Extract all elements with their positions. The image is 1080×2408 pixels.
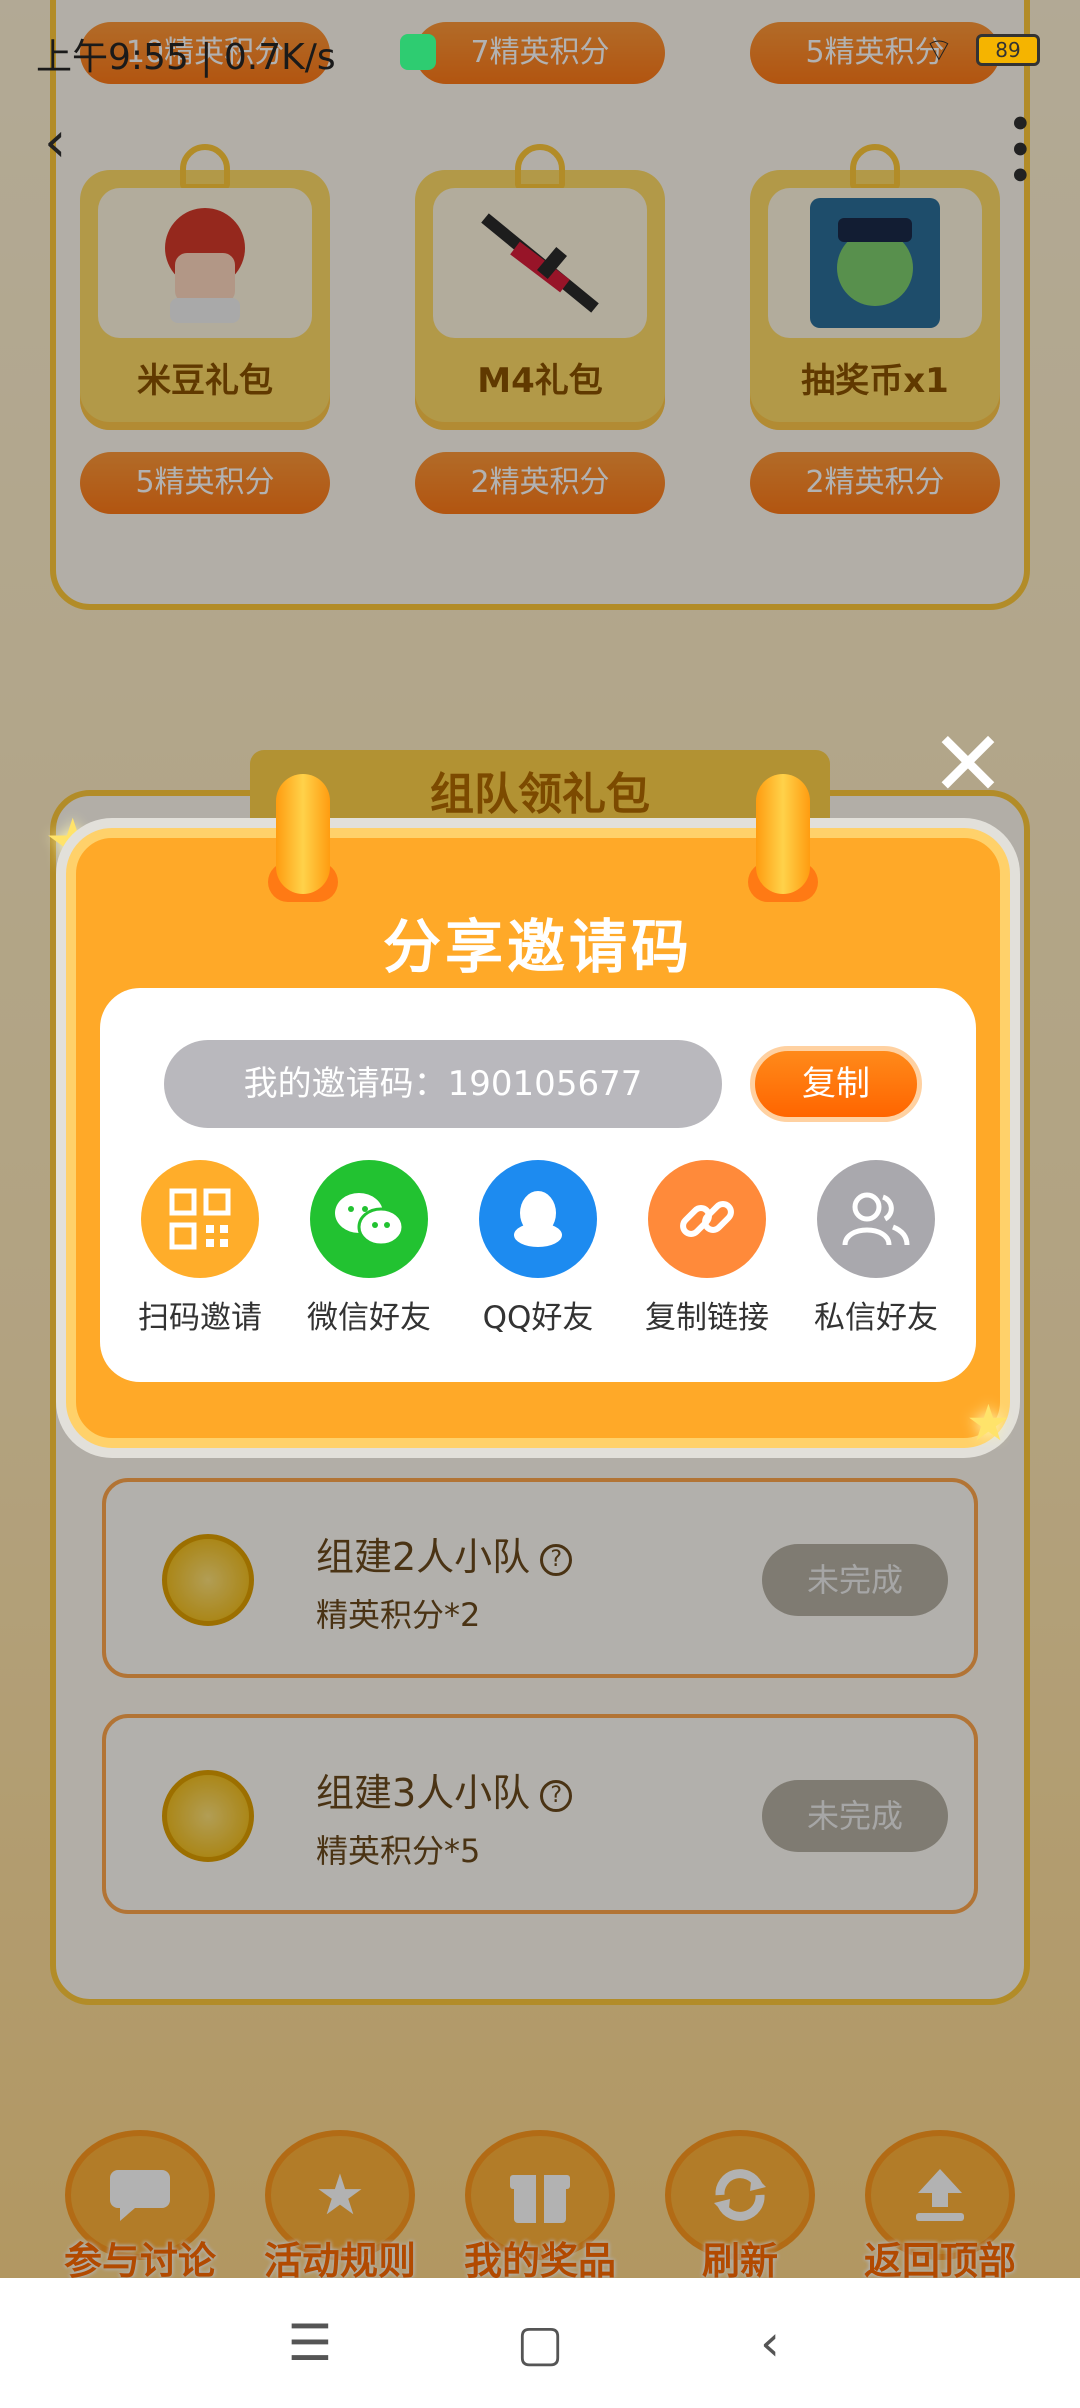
- home-icon[interactable]: ▢: [510, 2314, 570, 2372]
- binder-ring-icon: [756, 774, 810, 894]
- share-label: 扫码邀请: [138, 1300, 262, 1336]
- battery-icon: 89: [976, 34, 1040, 66]
- close-dialog-button[interactable]: ✕: [930, 720, 1006, 810]
- dialog-title: 分享邀请码: [382, 913, 693, 981]
- more-menu-button[interactable]: •••: [993, 110, 1044, 188]
- share-scan-qr[interactable]: 扫码邀请: [120, 1160, 280, 1337]
- back-button[interactable]: ‹: [44, 110, 66, 175]
- share-invite-dialog: 分享邀请码 我的邀请码：190105677 复制 扫码邀请 微信好友 QQ好友 …: [66, 774, 1010, 1448]
- share-label: 复制链接: [645, 1300, 769, 1336]
- status-time: 上午9:55 | 0.7K/s: [36, 37, 336, 78]
- share-private-message[interactable]: 私信好友: [796, 1160, 956, 1337]
- share-wechat[interactable]: 微信好友: [289, 1160, 449, 1337]
- back-nav-icon[interactable]: ‹: [740, 2314, 800, 2372]
- dialog-content: 我的邀请码：190105677 复制 扫码邀请 微信好友 QQ好友 复制链接 私…: [100, 988, 976, 1382]
- binder-ring-icon: [276, 774, 330, 894]
- qr-code-icon: [141, 1160, 259, 1278]
- system-navigation-bar: ☰ ▢ ‹: [0, 2278, 1080, 2408]
- recent-apps-icon[interactable]: ☰: [280, 2314, 340, 2372]
- app-notification-icon: [400, 34, 436, 70]
- copy-code-button[interactable]: 复制: [750, 1046, 922, 1122]
- share-qq[interactable]: QQ好友: [458, 1160, 618, 1337]
- share-label: 私信好友: [814, 1300, 938, 1336]
- share-options: 扫码邀请 微信好友 QQ好友 复制链接 私信好友: [120, 1160, 956, 1337]
- share-label: QQ好友: [482, 1300, 594, 1336]
- wechat-icon: [310, 1160, 428, 1278]
- status-bar: 上午9:55 | 0.7K/s ⌔ 89: [0, 0, 1080, 100]
- share-copy-link[interactable]: 复制链接: [627, 1160, 787, 1337]
- status-icons: ⌔ 89: [924, 30, 1040, 70]
- link-icon: [648, 1160, 766, 1278]
- invite-code-display: 我的邀请码：190105677: [164, 1040, 722, 1128]
- wifi-icon: ⌔: [923, 31, 954, 69]
- share-label: 微信好友: [307, 1300, 431, 1336]
- people-icon: [817, 1160, 935, 1278]
- qq-icon: [479, 1160, 597, 1278]
- sparkle-star-icon: ★: [966, 1394, 1011, 1452]
